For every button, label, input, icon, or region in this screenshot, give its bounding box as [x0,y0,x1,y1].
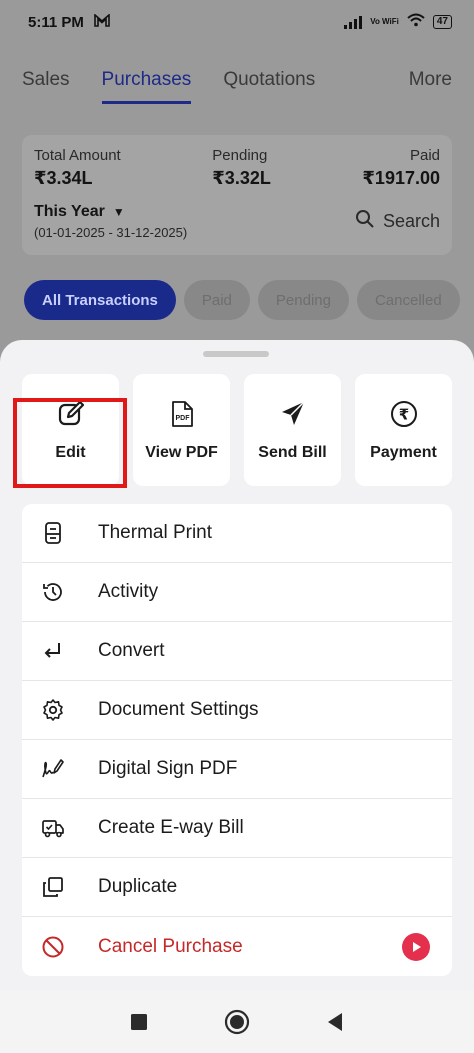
menu-convert[interactable]: Convert [22,622,452,681]
square-icon [131,1013,147,1030]
menu-document-settings[interactable]: Document Settings [22,681,452,740]
summary-card: Total Amount ₹3.34L Pending ₹3.32L Paid … [22,135,452,255]
truck-icon [40,815,66,841]
back-triangle-icon [328,1012,342,1031]
edit-highlight-box [13,398,127,488]
video-tutorial-button[interactable] [402,933,430,961]
gear-icon [40,697,66,723]
menu-label: Activity [98,581,159,602]
paid-amount-value: ₹1917.00 [362,168,440,188]
duplicate-icon [40,874,66,900]
sheet-menu: Thermal Print Activity Convert Document … [22,504,452,976]
menu-label: Thermal Print [98,522,213,543]
cancel-icon [40,934,66,960]
menu-activity[interactable]: Activity [22,563,452,622]
send-bill-label: Send Bill [258,443,327,461]
menu-thermal-print[interactable]: Thermal Print [22,504,452,563]
view-pdf-button[interactable]: PDF View PDF [133,374,230,486]
payment-button[interactable]: ₹ Payment [355,374,452,486]
menu-digital-sign-pdf[interactable]: Digital Sign PDF [22,740,452,799]
payment-label: Payment [370,443,437,461]
filter-pending[interactable]: Pending [257,280,349,320]
signal-icon [344,15,363,29]
filter-chips: All Transactions Paid Pending Cancelled [24,280,460,320]
tab-sales[interactable]: Sales [22,59,70,101]
total-amount: Total Amount ₹3.34L [34,147,121,189]
view-pdf-label: View PDF [145,443,218,461]
svg-text:PDF: PDF [175,415,190,422]
system-nav-bar [0,990,474,1053]
battery-indicator: 47 [432,15,452,29]
total-amount-value: ₹3.34L [34,168,93,188]
period-selector[interactable]: This Year ▼ (01-01-2025 - 31-12-2025) [34,203,187,240]
menu-label: Duplicate [98,876,178,897]
tab-purchases[interactable]: Purchases [101,59,191,104]
status-time: 5:11 PM [28,13,84,31]
period-range: (01-01-2025 - 31-12-2025) [34,225,188,240]
top-tabs: Sales Purchases Quotations More [0,54,474,106]
home-button[interactable] [224,1009,250,1035]
back-button[interactable] [322,1009,348,1035]
menu-create-eway-bill[interactable]: Create E-way Bill [22,799,452,858]
tab-quotations[interactable]: Quotations [223,59,315,101]
send-bill-button[interactable]: Send Bill [244,374,341,486]
search-button[interactable]: Search [355,209,440,234]
paid-amount: Paid ₹1917.00 [362,147,440,189]
send-icon [278,399,308,434]
period-label: This Year [34,203,105,220]
menu-duplicate[interactable]: Duplicate [22,858,452,917]
pending-amount: Pending ₹3.32L [212,147,271,189]
filter-all-transactions[interactable]: All Transactions [24,280,176,320]
play-icon [413,942,421,952]
status-bar: 5:11 PM Vo WiFi 47 [0,0,474,44]
wifi-icon [407,13,425,31]
menu-label: Digital Sign PDF [98,758,238,779]
menu-label: Cancel Purchase [98,935,243,957]
rupee-icon: ₹ [389,399,419,434]
chevron-down-icon: ▼ [112,205,125,219]
menu-label: Convert [98,640,165,661]
svg-text:₹: ₹ [398,405,408,423]
tab-more[interactable]: More [409,59,452,101]
gmail-icon [94,12,110,31]
sheet-drag-handle[interactable] [203,351,269,357]
recents-button[interactable] [126,1009,152,1035]
search-icon [355,209,375,234]
menu-label: Create E-way Bill [98,817,244,838]
paid-amount-label: Paid [409,147,440,164]
menu-cancel-purchase[interactable]: Cancel Purchase [22,917,452,976]
convert-icon [40,638,66,664]
pdf-icon: PDF [167,399,197,434]
circle-icon [224,1009,250,1034]
filter-cancelled[interactable]: Cancelled [356,280,460,320]
printer-icon [40,520,66,546]
menu-label: Document Settings [98,699,259,720]
signature-icon [40,756,66,782]
filter-paid[interactable]: Paid [183,280,250,320]
search-label: Search [382,211,440,231]
total-amount-label: Total Amount [34,147,121,164]
vowifi-label: Vo WiFi [370,17,399,26]
pending-amount-label: Pending [212,147,268,164]
history-icon [40,579,66,605]
pending-amount-value: ₹3.32L [212,168,271,188]
